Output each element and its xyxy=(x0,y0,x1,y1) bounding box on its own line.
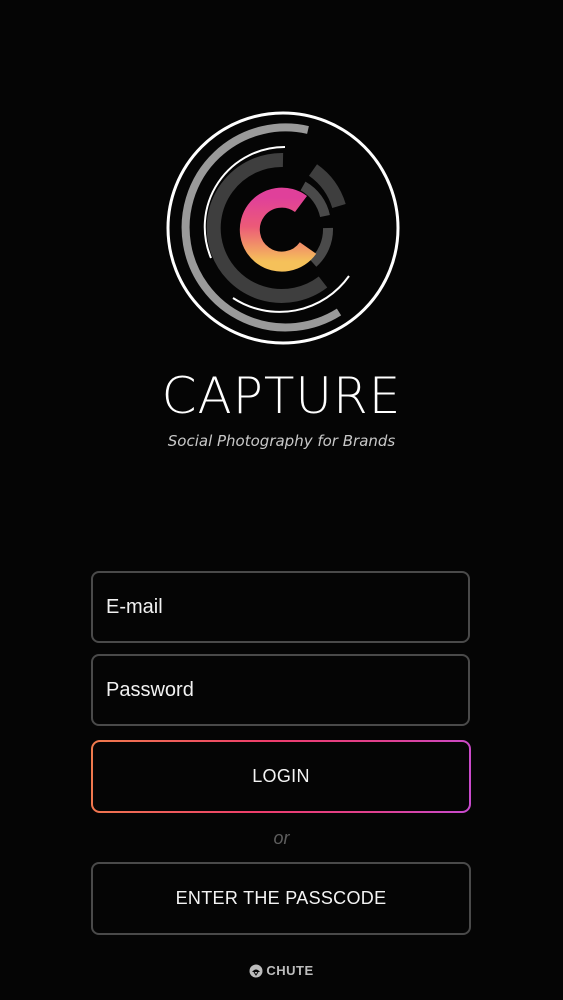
footer-brand: CHUTE xyxy=(0,963,563,978)
or-separator: or xyxy=(273,828,290,848)
chute-logo-icon xyxy=(249,964,263,977)
login-button[interactable]: LOGIN xyxy=(93,742,469,811)
capture-logo-icon xyxy=(166,111,400,345)
footer-company-name: CHUTE xyxy=(266,963,314,978)
app-tagline: Social Photography for Brands xyxy=(167,432,396,450)
enter-passcode-button[interactable]: ENTER THE PASSCODE xyxy=(91,862,471,935)
login-button-frame: LOGIN xyxy=(91,740,471,813)
password-field[interactable] xyxy=(91,654,470,726)
email-field[interactable] xyxy=(91,571,470,643)
app-name: CAPTURE xyxy=(161,367,402,425)
